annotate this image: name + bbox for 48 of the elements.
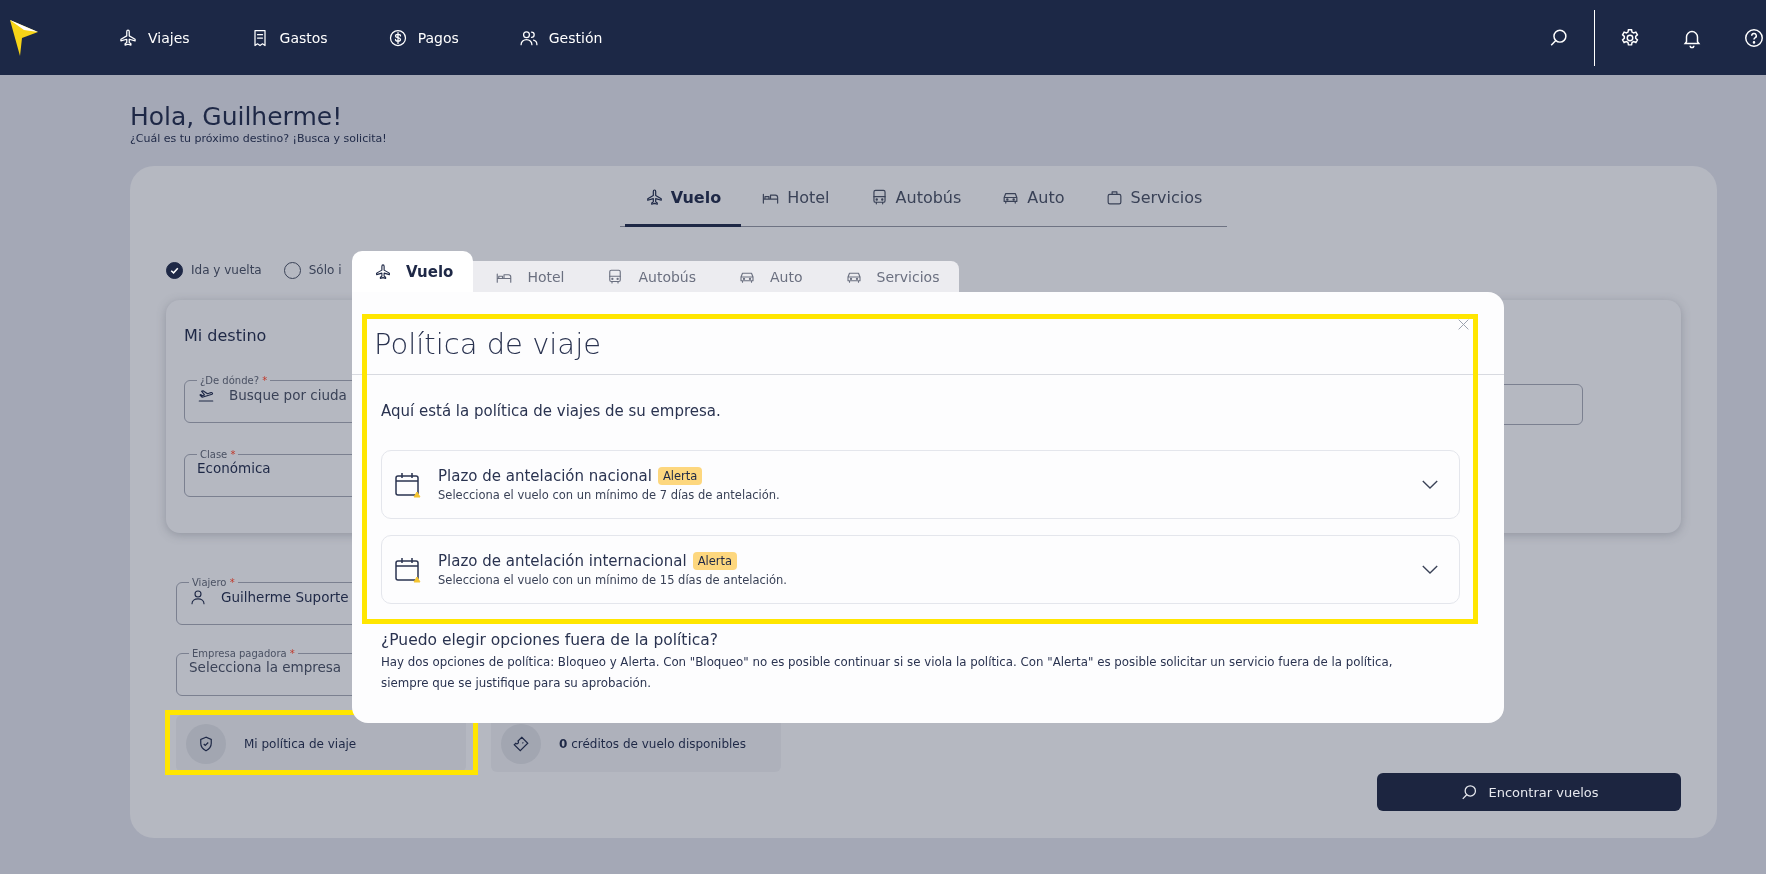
user-icon — [189, 588, 207, 606]
credits-text: 0 créditos de vuelo disponibles — [559, 736, 746, 751]
tab[interactable]: Autobús — [849, 166, 982, 227]
calendar-warning-icon — [394, 470, 422, 499]
radio-button[interactable]: Sólo i — [283, 261, 342, 279]
tab[interactable]: Vuelo — [624, 166, 742, 227]
tab[interactable]: Vuelo — [352, 251, 474, 292]
search-flights-button[interactable]: Encontrar vuelos — [1377, 773, 1681, 811]
policy-button[interactable]: Mi política de viaje — [176, 715, 466, 772]
tab[interactable]: Hotel — [741, 166, 850, 227]
faq-answer: Hay dos opciones de política: Bloqueo y Alerta. Con "Bloqueo" no es posible continuar si se viola la política. Con "Alerta" es posible solicitar un servicio fuera de la política, siempre que se justifique para su aprobación. — [381, 654, 1394, 692]
nav-link[interactable]: Pagos — [387, 27, 459, 48]
airplane-icon — [374, 262, 392, 281]
chevron-down-icon[interactable] — [1421, 479, 1439, 490]
nav-link[interactable]: Viajes — [118, 27, 190, 48]
rule-description: Selecciona el vuelo con un mínimo de 7 días de antelación. — [438, 488, 781, 502]
intro-text: Aquí está la política de viajes de su empresa. — [381, 402, 722, 420]
accordion-item[interactable]: Plazo de antelación internacional Alerta Selecciona el vuelo con un mínimo de 15 días de antelación. — [381, 535, 1460, 604]
alert-badge: Alerta — [657, 467, 703, 485]
nav-link[interactable]: Gastos — [249, 27, 328, 48]
dollar-icon — [387, 27, 408, 48]
radio-button[interactable]: Ida y vuelta — [166, 261, 262, 279]
alert-badge: Alerta — [692, 552, 738, 570]
radio-circle[interactable] — [166, 261, 183, 279]
calendar-warning-icon — [394, 555, 422, 584]
dialog-title: Política de viaje — [373, 326, 602, 363]
rule-title: Plazo de antelación nacional — [438, 467, 652, 485]
rule-title: Plazo de antelación internacional — [438, 552, 687, 570]
tab[interactable]: Servicios — [822, 261, 960, 292]
tab[interactable]: Autobús — [584, 261, 717, 292]
help-icon[interactable] — [1743, 26, 1765, 49]
greeting-title: Hola, Guilherme! — [130, 102, 344, 132]
airplane-icon — [644, 188, 664, 207]
faq-question: ¿Puedo elegir opciones fuera de la política? — [381, 631, 719, 649]
panel-title: Mi destino — [184, 326, 267, 345]
tab[interactable]: Servicios — [1084, 166, 1223, 227]
search-icon — [1459, 782, 1479, 802]
airplane-icon — [118, 27, 138, 48]
greeting-subtitle: ¿Cuál es tu próximo destino? ¡Busca y solicita! — [130, 132, 388, 146]
chevron-down-icon[interactable] — [1421, 564, 1439, 575]
nav-link[interactable]: Gestión — [518, 27, 603, 48]
tab[interactable]: Auto — [981, 166, 1085, 227]
tab[interactable]: Hotel — [473, 261, 585, 292]
tab[interactable]: Auto — [716, 261, 823, 292]
shield-check-icon — [197, 734, 215, 753]
settings-icon[interactable] — [1619, 26, 1641, 49]
ticket-icon — [512, 734, 530, 753]
accordion-item[interactable]: Plazo de antelación nacional Alerta Selecciona el vuelo con un mínimo de 7 días de antelación. — [381, 450, 1460, 519]
